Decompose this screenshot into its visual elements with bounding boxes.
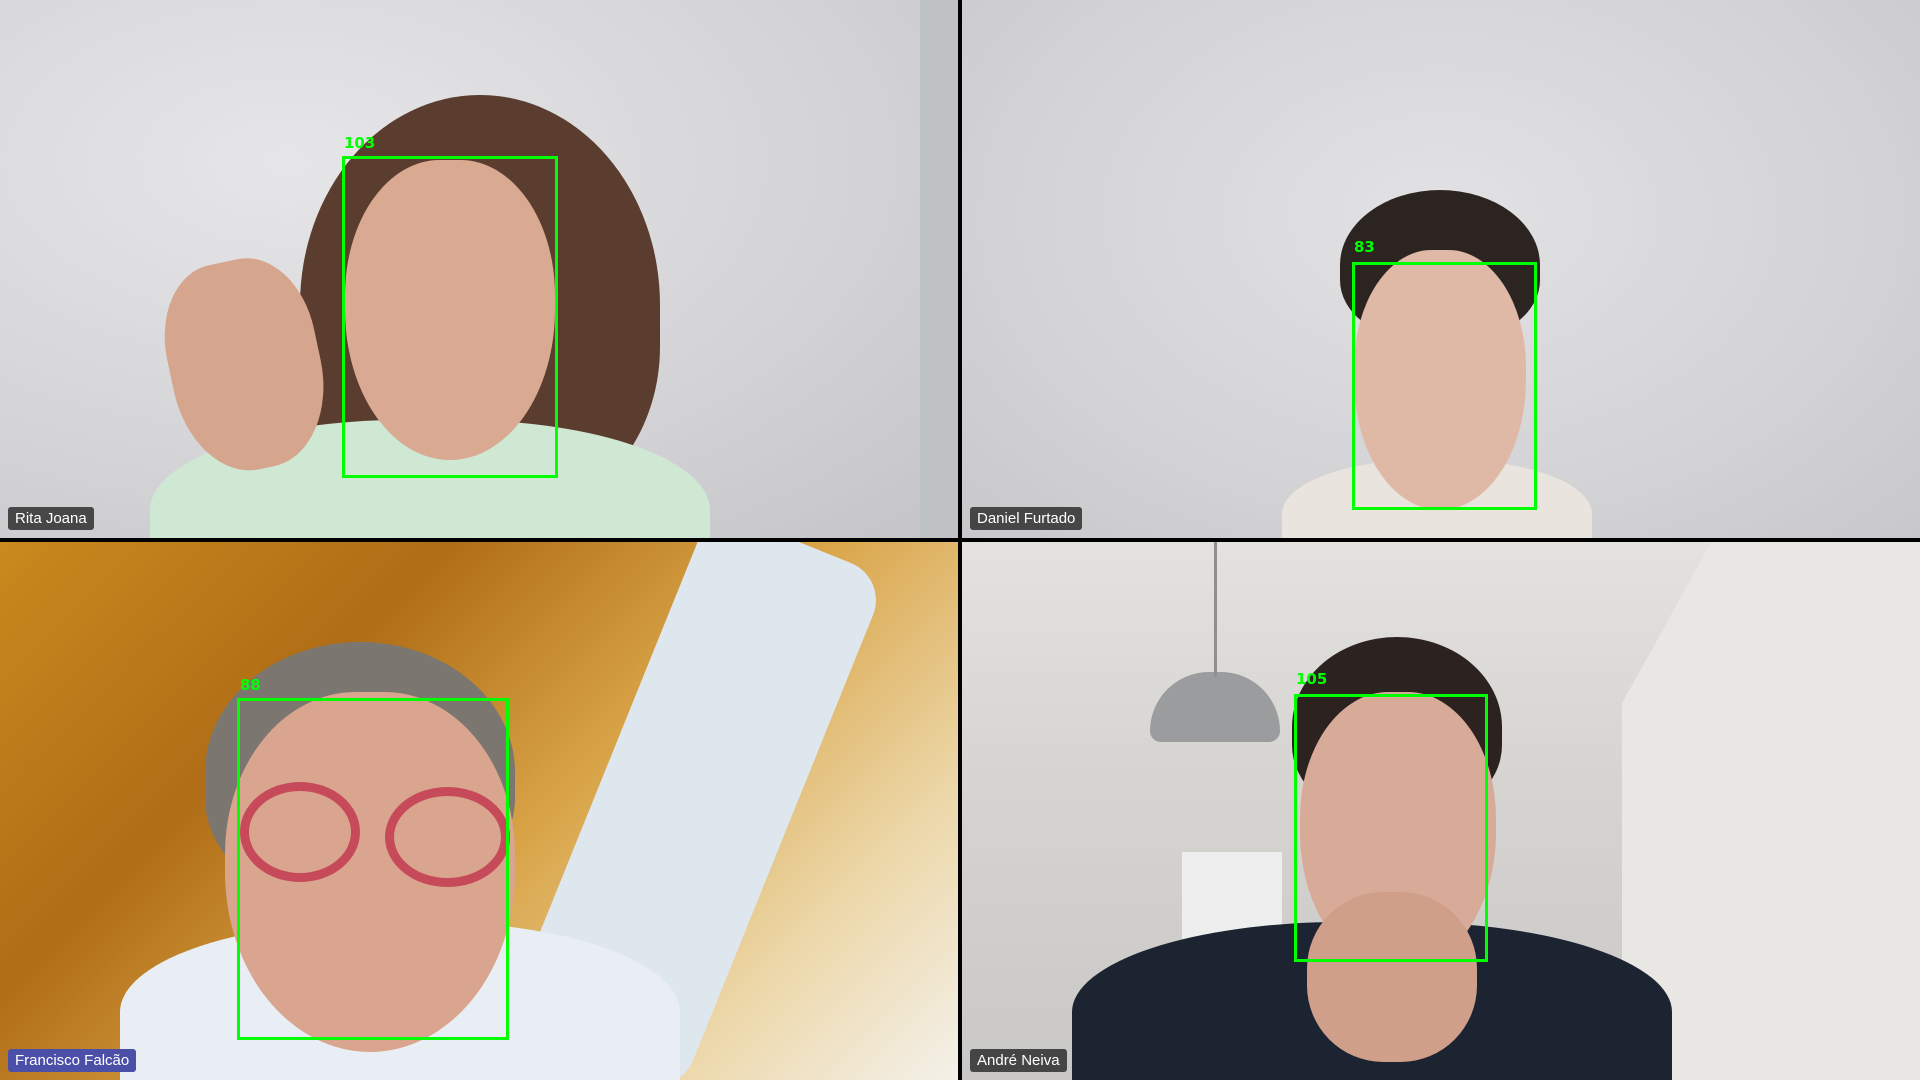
face-score-label: 105: [1296, 670, 1328, 688]
video-tile-andre-neiva[interactable]: 105 André Neiva: [962, 542, 1920, 1080]
video-grid: 103 Rita Joana 83 Daniel Furtado 88 Fran…: [0, 0, 1920, 1080]
participant-name-tag: André Neiva: [970, 1049, 1067, 1072]
participant-name-tag: Francisco Falcão: [8, 1049, 137, 1072]
video-tile-daniel-furtado[interactable]: 83 Daniel Furtado: [962, 0, 1920, 538]
video-tile-rita-joana[interactable]: 103 Rita Joana: [0, 0, 958, 538]
face-detection-box: [342, 156, 558, 478]
face-score-label: 83: [1354, 238, 1375, 256]
face-detection-box: [1352, 262, 1537, 510]
face-detection-box: [237, 698, 509, 1040]
participant-name-tag: Daniel Furtado: [970, 507, 1083, 530]
wall-edge: [920, 0, 958, 538]
ceiling-lamp: [1150, 672, 1280, 742]
participant-name-tag: Rita Joana: [8, 507, 94, 530]
ceiling-lamp-cord: [1214, 542, 1217, 677]
video-tile-francisco-falcao[interactable]: 88 Francisco Falcão: [0, 542, 958, 1080]
face-score-label: 103: [344, 134, 376, 152]
face-score-label: 88: [240, 676, 261, 694]
face-detection-box: [1294, 694, 1488, 962]
